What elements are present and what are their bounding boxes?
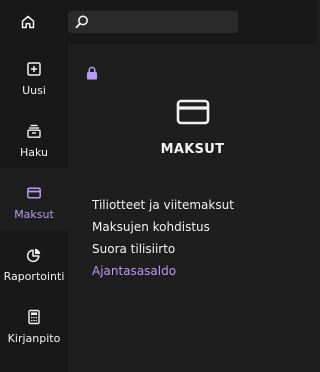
- archive-icon: [26, 122, 42, 140]
- link-ajantasasaldo[interactable]: Ajantasasaldo: [92, 260, 234, 282]
- page-title: MAKSUT: [160, 142, 225, 157]
- credit-card-icon: [26, 184, 42, 202]
- search-icon: [75, 15, 88, 29]
- sidebar: Uusi Haku Maksut Raportointi Kirjanpito: [0, 44, 68, 372]
- sidebar-item-label: Haku: [19, 146, 48, 159]
- sidebar-item-kirjanpito[interactable]: Kirjanpito: [0, 292, 68, 354]
- main-content: MAKSUT Tiliotteet ja viitemaksut Maksuje…: [68, 44, 317, 372]
- sidebar-item-label: Maksut: [14, 208, 54, 221]
- sidebar-item-label: Raportointi: [3, 270, 65, 283]
- link-suora-tilisiirto[interactable]: Suora tilisiirto: [92, 238, 234, 260]
- sidebar-item-uusi[interactable]: Uusi: [0, 44, 68, 106]
- sidebar-item-raportointi[interactable]: Raportointi: [0, 230, 68, 292]
- search-box[interactable]: [68, 11, 238, 33]
- home-button[interactable]: [0, 0, 56, 44]
- plus-square-icon: [26, 60, 42, 78]
- sidebar-item-maksut[interactable]: Maksut: [0, 168, 68, 230]
- sidebar-item-label: Uusi: [22, 84, 46, 97]
- top-bar: [0, 0, 317, 44]
- home-icon: [21, 15, 35, 29]
- search-input[interactable]: [94, 11, 234, 33]
- sidebar-item-label: Kirjanpito: [7, 332, 61, 345]
- link-tiliotteet-ja-viitemaksut[interactable]: Tiliotteet ja viitemaksut: [92, 194, 234, 216]
- link-maksujen-kohdistus[interactable]: Maksujen kohdistus: [92, 216, 234, 238]
- sidebar-item-haku[interactable]: Haku: [0, 106, 68, 168]
- credit-card-icon: [176, 99, 210, 125]
- payment-links: Tiliotteet ja viitemaksut Maksujen kohdi…: [92, 194, 234, 282]
- pie-chart-icon: [26, 246, 42, 264]
- calculator-icon: [26, 308, 42, 326]
- lock-icon: [87, 66, 97, 80]
